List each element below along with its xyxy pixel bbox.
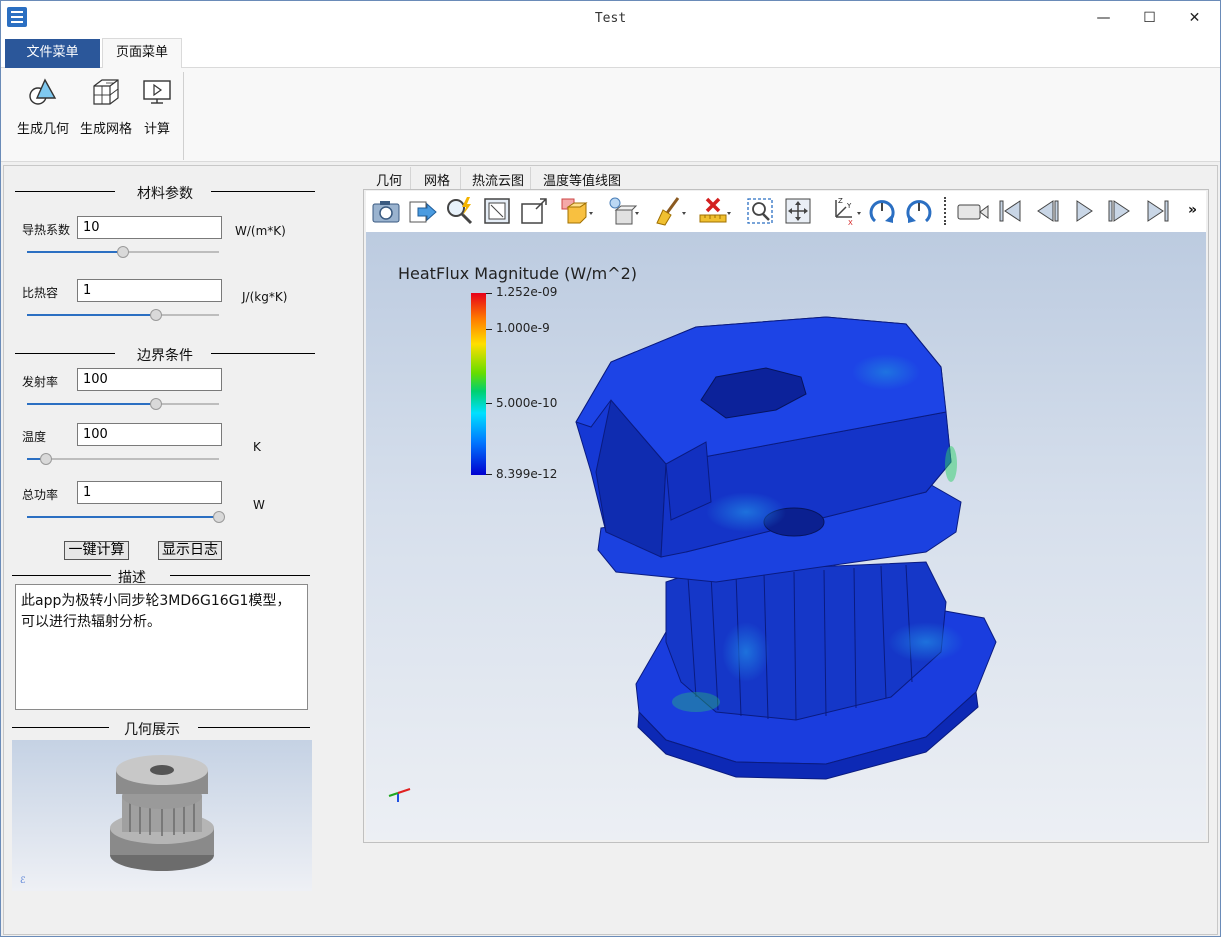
boundary-group-title: 边界条件	[137, 348, 193, 364]
window-title: Test	[594, 11, 627, 26]
mesh-icon	[93, 79, 119, 105]
svg-text:X: X	[848, 219, 853, 227]
tab-mesh[interactable]: 网格	[424, 170, 450, 189]
temperature-slider[interactable]	[27, 453, 219, 465]
pulley-heatflux-model	[388, 316, 997, 802]
emissivity-slider[interactable]	[27, 398, 219, 410]
clear-icon[interactable]	[653, 195, 687, 227]
axes-icon[interactable]: Z Y X	[828, 195, 862, 227]
compute-label: 计算	[143, 122, 170, 137]
generate-mesh-button[interactable]: 生成网格	[78, 76, 134, 137]
specific-heat-unit: J/(kg*K)	[242, 290, 288, 304]
ribbon-body: 生成几何 生成网格 计算	[1, 68, 1220, 162]
next-frame-icon[interactable]	[1106, 195, 1136, 227]
description-textbox[interactable]: 此app为极转小同步轮3MD6G16G1模型，可以进行热辐射分析。	[15, 584, 308, 710]
compute-button[interactable]: 计算	[140, 76, 174, 137]
viewport-toolbar: Z Y X »	[366, 191, 1206, 232]
conductivity-slider[interactable]	[27, 246, 219, 258]
title-bar: Test — ☐ ✕	[1, 1, 1220, 37]
ruler-icon[interactable]	[698, 195, 732, 227]
probe-icon[interactable]	[445, 195, 475, 227]
ribbon-separator	[183, 72, 184, 160]
svg-text:Z: Z	[838, 197, 843, 205]
box-zoom-icon[interactable]	[519, 195, 549, 227]
zoom-area-icon[interactable]	[745, 195, 775, 227]
slider-thumb[interactable]	[213, 511, 225, 523]
temperature-unit: K	[253, 440, 261, 454]
pan-icon[interactable]	[783, 195, 813, 227]
slider-thumb[interactable]	[149, 398, 162, 410]
close-button[interactable]: ✕	[1172, 1, 1217, 37]
ribbon-tabs: 文件菜单 页面菜单	[1, 37, 1220, 69]
specific-heat-input[interactable]	[77, 279, 222, 302]
generate-mesh-label: 生成网格	[79, 122, 132, 137]
last-frame-icon[interactable]	[1143, 195, 1173, 227]
power-unit: W	[253, 498, 265, 512]
camera-icon[interactable]	[371, 195, 401, 227]
generate-geometry-label: 生成几何	[16, 122, 69, 137]
slider-thumb[interactable]	[117, 246, 129, 258]
power-slider[interactable]	[27, 511, 225, 523]
rotate-cw-icon[interactable]	[867, 195, 897, 227]
emissivity-label: 发射率	[22, 375, 59, 389]
tab-temperature-isolines[interactable]: 温度等值线图	[543, 170, 621, 189]
geometry-icon	[29, 78, 57, 105]
app-window: Test — ☐ ✕ 文件菜单 页面菜单 生成几何 生成网格 计算 材料参数 导…	[0, 0, 1221, 937]
gear-model-thumbnail: ℰ	[20, 755, 214, 886]
svg-text:Y: Y	[846, 202, 852, 210]
tab-heat-flux-contour[interactable]: 热流云图	[472, 170, 524, 189]
rotate-ccw-icon[interactable]	[904, 195, 934, 227]
maximize-button[interactable]: ☐	[1127, 1, 1172, 37]
generate-geometry-button[interactable]: 生成几何	[15, 76, 71, 137]
first-frame-icon[interactable]	[995, 195, 1025, 227]
geometry-preview-header: 几何展示	[12, 719, 312, 738]
material-group-header: 材料参数	[15, 183, 315, 202]
material-group-title: 材料参数	[137, 186, 193, 202]
view-tabs: 几何 网格 热流云图 温度等值线图	[364, 167, 1214, 191]
temperature-input[interactable]	[77, 423, 222, 446]
fit-icon[interactable]	[482, 195, 512, 227]
play-icon[interactable]	[1069, 195, 1099, 227]
conductivity-label: 导热系数	[22, 223, 71, 237]
specific-heat-label: 比热容	[22, 286, 59, 300]
geometry-preview: ℰ	[12, 740, 312, 891]
power-input[interactable]	[77, 481, 222, 504]
record-icon[interactable]	[956, 195, 990, 227]
light-icon[interactable]	[606, 195, 640, 227]
conductivity-unit: W/(m*K)	[235, 224, 286, 238]
geometry-preview-title: 几何展示	[124, 722, 180, 738]
export-icon[interactable]	[408, 195, 438, 227]
temperature-label: 温度	[22, 430, 47, 444]
boundary-group-header: 边界条件	[15, 345, 315, 364]
tab-page-menu[interactable]: 页面菜单	[102, 38, 182, 69]
slider-thumb[interactable]	[149, 309, 162, 321]
toolbar-separator	[944, 197, 946, 225]
show-log-button[interactable]: 显示日志	[158, 541, 222, 560]
specific-heat-slider[interactable]	[27, 309, 219, 321]
svg-text:ℰ: ℰ	[20, 876, 26, 886]
power-label: 总功率	[22, 488, 59, 502]
description-group-header: 描述	[12, 567, 312, 586]
heatflux-viewport[interactable]: HeatFlux Magnitude (W/m^2) 1.252e-09 1.0…	[366, 232, 1206, 840]
compute-icon	[143, 80, 171, 104]
tab-geometry[interactable]: 几何	[376, 170, 402, 189]
emissivity-input[interactable]	[77, 368, 222, 391]
prev-frame-icon[interactable]	[1031, 195, 1061, 227]
tab-file-menu[interactable]: 文件菜单	[5, 39, 100, 68]
one-click-compute-button[interactable]: 一键计算	[64, 541, 129, 560]
more-icon[interactable]: »	[1188, 202, 1197, 218]
display-mode-icon[interactable]	[560, 195, 594, 227]
minimize-button[interactable]: —	[1081, 1, 1126, 37]
slider-thumb[interactable]	[40, 453, 53, 465]
conductivity-input[interactable]	[77, 216, 222, 239]
